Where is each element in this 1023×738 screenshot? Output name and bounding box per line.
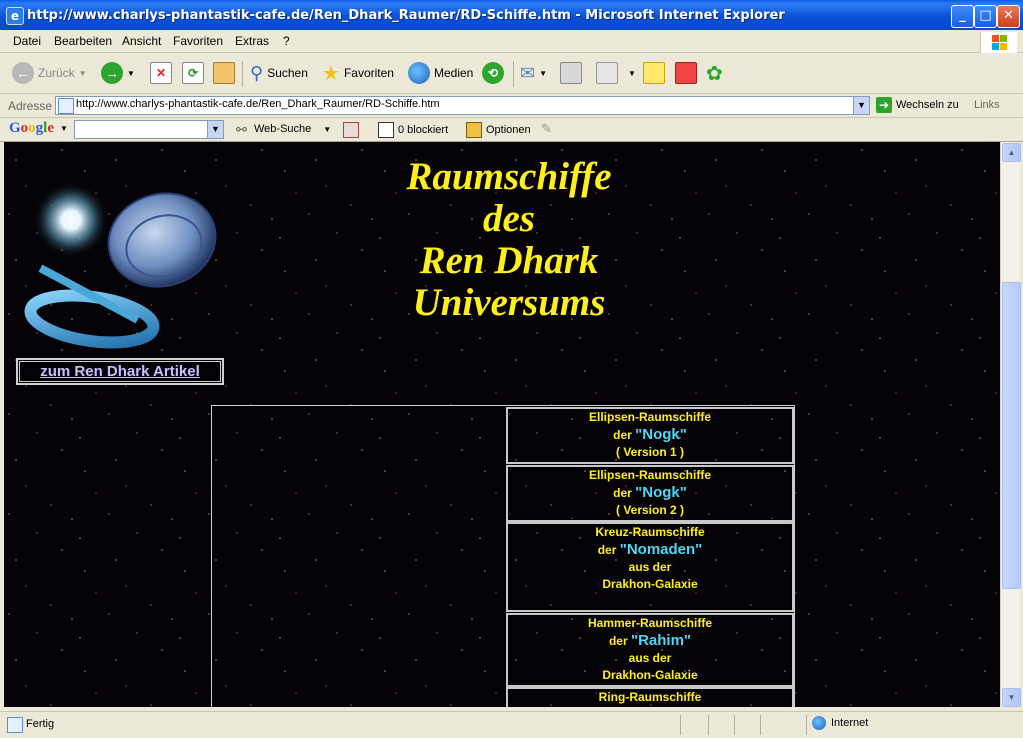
menu-extras[interactable]: Extras	[235, 34, 269, 48]
refresh-icon: ⟳	[182, 62, 204, 84]
home-button[interactable]	[213, 61, 235, 85]
edit-icon	[596, 62, 618, 84]
menu-favoriten[interactable]: Favoriten	[173, 34, 223, 48]
page-icon	[7, 717, 23, 733]
binoculars-icon: ⚯	[236, 122, 247, 137]
vertical-scrollbar[interactable]: ▲ ▼	[1000, 142, 1021, 707]
flower-icon: ✿	[706, 62, 723, 85]
security-zone: Internet	[812, 716, 868, 730]
forward-button[interactable]: → ▼	[101, 61, 135, 85]
media-globe-icon	[408, 62, 430, 84]
mail-button[interactable]: ✉ ▼	[520, 61, 547, 85]
close-button[interactable]: ✕	[997, 5, 1020, 28]
ship-link-ring[interactable]: Ring-Raumschiffe	[506, 687, 794, 707]
address-label: Adresse	[8, 99, 53, 113]
menu-bearbeiten[interactable]: Bearbeiten	[54, 34, 112, 48]
maximize-button[interactable]: □	[974, 5, 997, 28]
icq-button[interactable]: ✿	[706, 61, 723, 85]
ships-table: Ellipsen-Raumschiffe der "Nogk" ( Versio…	[211, 405, 795, 707]
internet-globe-icon	[812, 716, 826, 730]
history-icon: ⟲	[482, 62, 504, 84]
ship-link-rahim[interactable]: Hammer-Raumschiffe der "Rahim" aus der D…	[506, 613, 794, 687]
google-logo[interactable]: Google	[9, 120, 54, 137]
news-icon	[343, 122, 359, 138]
window-title: http://www.charlys-phantastik-cafe.de/Re…	[27, 8, 785, 23]
print-button[interactable]	[560, 61, 582, 85]
ren-dhark-article-link-box: zum Ren Dhark Artikel	[16, 358, 224, 385]
chevron-down-icon[interactable]: ▼	[207, 121, 223, 138]
chevron-down-icon: ▼	[78, 68, 87, 78]
standard-toolbar: ← Zurück ▼ → ▼ ✕ ⟳ ⚲ Suchen ★ Favoriten …	[0, 53, 1023, 94]
status-text: Fertig	[26, 718, 55, 730]
favorites-button[interactable]: ★ Favoriten	[322, 61, 394, 85]
chevron-down-icon: ▼	[539, 68, 548, 78]
menu-ansicht[interactable]: Ansicht	[122, 34, 161, 48]
stop-button[interactable]: ✕	[150, 61, 172, 85]
menu-bar: Datei Bearbeiten Ansicht Favoriten Extra…	[0, 30, 1023, 53]
web-search-button[interactable]: ⚯ Web-Suche ▼	[236, 122, 332, 137]
highlighter-icon[interactable]: ✎	[541, 121, 552, 137]
chevron-down-icon: ▼	[628, 68, 636, 78]
google-toolbar: Google ▼ ▼ ⚯ Web-Suche ▼ 0 blockiert Opt…	[0, 118, 1023, 142]
back-button[interactable]: ← Zurück ▼	[12, 61, 87, 85]
ship-link-nogk-v1[interactable]: Ellipsen-Raumschiffe der "Nogk" ( Versio…	[506, 407, 794, 464]
links-button[interactable]: Links	[974, 99, 1000, 111]
ie-icon: e	[6, 7, 24, 25]
scroll-thumb[interactable]	[1002, 282, 1021, 589]
scroll-down-button[interactable]: ▼	[1002, 688, 1021, 707]
search-icon: ⚲	[250, 62, 264, 83]
windows-logo-icon	[980, 32, 1017, 54]
stop-icon: ✕	[150, 62, 172, 84]
note-icon	[643, 62, 665, 84]
research-button[interactable]	[675, 61, 697, 85]
chevron-down-icon[interactable]: ▼	[853, 97, 869, 114]
messenger-icon	[675, 62, 697, 84]
go-arrow-icon: ➔	[876, 97, 892, 113]
scroll-up-button[interactable]: ▲	[1002, 143, 1021, 162]
notes-button[interactable]	[643, 61, 665, 85]
popup-blocker-icon	[378, 122, 394, 138]
chevron-down-icon[interactable]: ▼	[60, 124, 68, 133]
refresh-button[interactable]: ⟳	[182, 61, 204, 85]
page-headline: Raumschiffe des Ren Dhark Universums	[406, 155, 612, 324]
ship-link-nogk-v2[interactable]: Ellipsen-Raumschiffe der "Nogk" ( Versio…	[506, 465, 794, 522]
window-titlebar[interactable]: e http://www.charlys-phantastik-cafe.de/…	[0, 0, 1023, 30]
menu-datei[interactable]: Datei	[13, 34, 41, 48]
ship-link-nomaden[interactable]: Kreuz-Raumschiffe der "Nomaden" aus der …	[506, 522, 794, 612]
history-button[interactable]: ⟲	[482, 61, 504, 85]
edit-button[interactable]: ▼	[596, 61, 636, 85]
home-icon	[213, 62, 235, 84]
mail-icon: ✉	[520, 62, 536, 83]
search-button[interactable]: ⚲ Suchen	[250, 61, 308, 85]
go-button[interactable]: ➔ Wechseln zu	[876, 97, 959, 113]
chevron-down-icon: ▼	[127, 68, 135, 78]
chevron-down-icon: ▼	[323, 124, 332, 134]
media-button[interactable]: Medien	[408, 61, 473, 85]
menu-help[interactable]: ?	[283, 34, 290, 48]
minimize-button[interactable]: _	[951, 5, 974, 28]
star-icon: ★	[322, 62, 340, 85]
printer-icon	[560, 62, 582, 84]
forward-arrow-icon: →	[101, 62, 123, 84]
news-button[interactable]	[343, 122, 359, 138]
ren-dhark-article-link[interactable]: zum Ren Dhark Artikel	[40, 363, 200, 380]
back-arrow-icon: ←	[12, 62, 34, 84]
page-content: zum Ren Dhark Artikel Raumschiffe des Re…	[4, 142, 1000, 707]
options-button[interactable]: Optionen	[466, 122, 531, 138]
address-url: http://www.charlys-phantastik-cafe.de/Re…	[76, 98, 440, 110]
spaceship-logo-image	[24, 182, 217, 349]
status-bar: Fertig Internet	[0, 711, 1023, 738]
address-bar: Adresse http://www.charlys-phantastik-ca…	[0, 94, 1023, 118]
options-icon	[466, 122, 482, 138]
popup-blocker-button[interactable]: 0 blockiert	[378, 122, 448, 138]
page-icon	[58, 98, 74, 114]
address-input[interactable]: http://www.charlys-phantastik-cafe.de/Re…	[55, 96, 870, 115]
google-search-input[interactable]: ▼	[74, 120, 224, 139]
